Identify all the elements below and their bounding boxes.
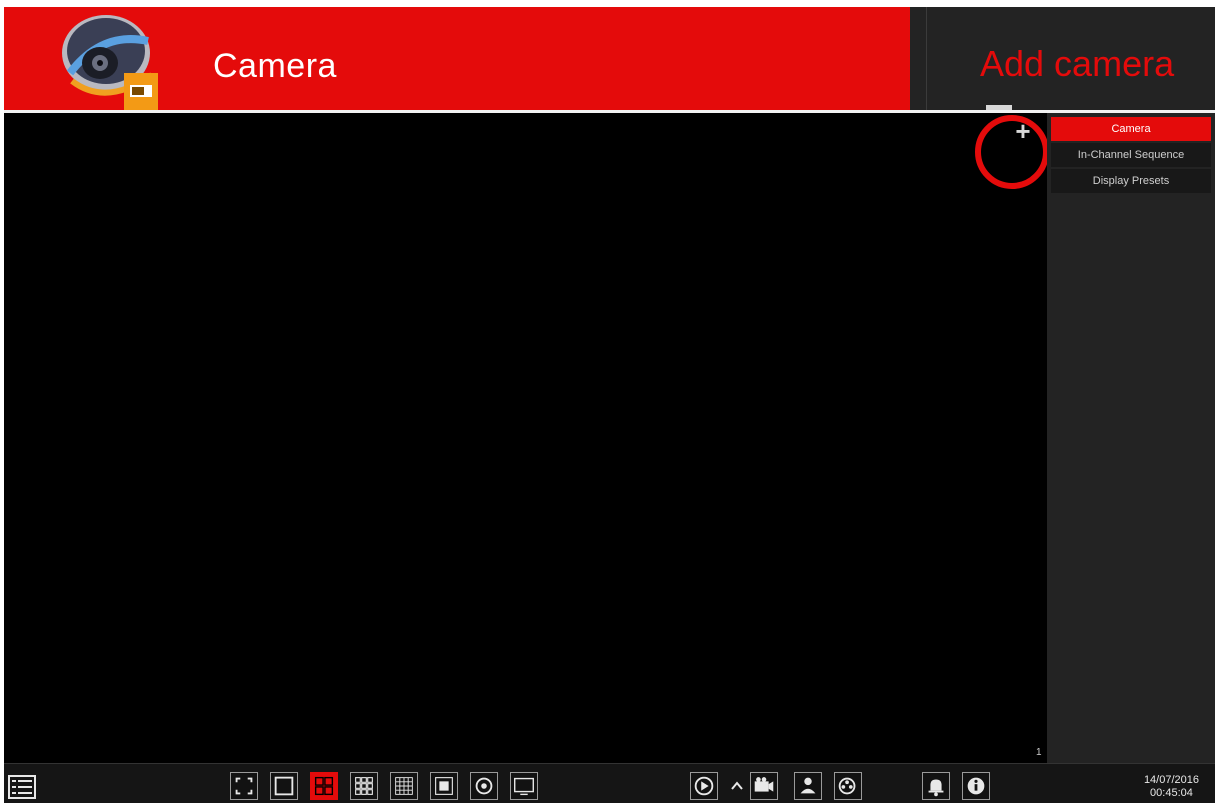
record-icon — [754, 777, 774, 792]
nine-view-button[interactable] — [350, 772, 378, 800]
playback-menu-toggle[interactable] — [728, 777, 746, 795]
info-button[interactable] — [962, 772, 990, 800]
alarm-button[interactable] — [922, 772, 950, 800]
channel-number: 1 — [1036, 747, 1042, 758]
side-item-camera[interactable]: Camera — [1051, 117, 1211, 141]
custom-view-button[interactable] — [430, 772, 458, 800]
sixteen-view-button[interactable] — [390, 772, 418, 800]
add-camera-header: Add camera — [910, 7, 1215, 111]
alarm-bell-icon — [928, 779, 944, 797]
header-banner: Camera — [4, 7, 910, 111]
fullscreen-icon — [235, 777, 253, 795]
nine-view-icon — [355, 777, 373, 795]
single-view-button[interactable] — [270, 772, 298, 800]
record-button[interactable] — [750, 772, 778, 800]
chevron-up-icon — [731, 781, 743, 790]
custom-view-icon — [435, 777, 453, 795]
sixteen-view-icon — [395, 777, 413, 795]
bottom-toolbar: 14/07/2016 00:45:04 — [4, 763, 1215, 803]
page-title: Camera — [213, 47, 337, 85]
time-text: 00:45:04 — [1150, 787, 1193, 799]
sequence-button[interactable] — [470, 772, 498, 800]
side-item-in-channel-sequence[interactable]: In-Channel Sequence — [1051, 143, 1211, 167]
person-detect-icon — [800, 777, 816, 794]
playback-button[interactable] — [690, 772, 718, 800]
highlight-circle — [975, 115, 1049, 189]
menu-button[interactable] — [8, 775, 36, 799]
info-icon — [967, 777, 985, 795]
side-item-label: In-Channel Sequence — [1077, 149, 1185, 161]
header-divider — [926, 7, 927, 111]
play-icon — [694, 776, 714, 796]
osd-off-icon — [514, 777, 534, 796]
person-detect-button[interactable] — [794, 772, 822, 800]
film-icon — [838, 777, 856, 795]
side-panel: Camera In-Channel Sequence Display Prese… — [1047, 113, 1215, 763]
film-button[interactable] — [834, 772, 862, 800]
side-item-display-presets[interactable]: Display Presets — [1051, 169, 1211, 193]
fullscreen-button[interactable] — [230, 772, 258, 800]
osd-off-button[interactable] — [510, 772, 538, 800]
add-camera-title: Add camera — [980, 43, 1175, 84]
side-item-label: Display Presets — [1092, 175, 1170, 187]
quad-view-icon — [314, 776, 334, 796]
list-menu-icon — [8, 775, 36, 799]
date-text: 14/07/2016 — [1143, 774, 1199, 786]
dome-camera-icon — [52, 11, 182, 115]
sequence-icon — [475, 777, 493, 795]
side-item-label: Camera — [1111, 123, 1151, 135]
video-view[interactable] — [4, 113, 1047, 763]
datetime-display: 14/07/2016 00:45:04 — [1144, 774, 1199, 800]
quad-view-button[interactable] — [310, 772, 338, 800]
single-view-icon — [274, 776, 294, 796]
